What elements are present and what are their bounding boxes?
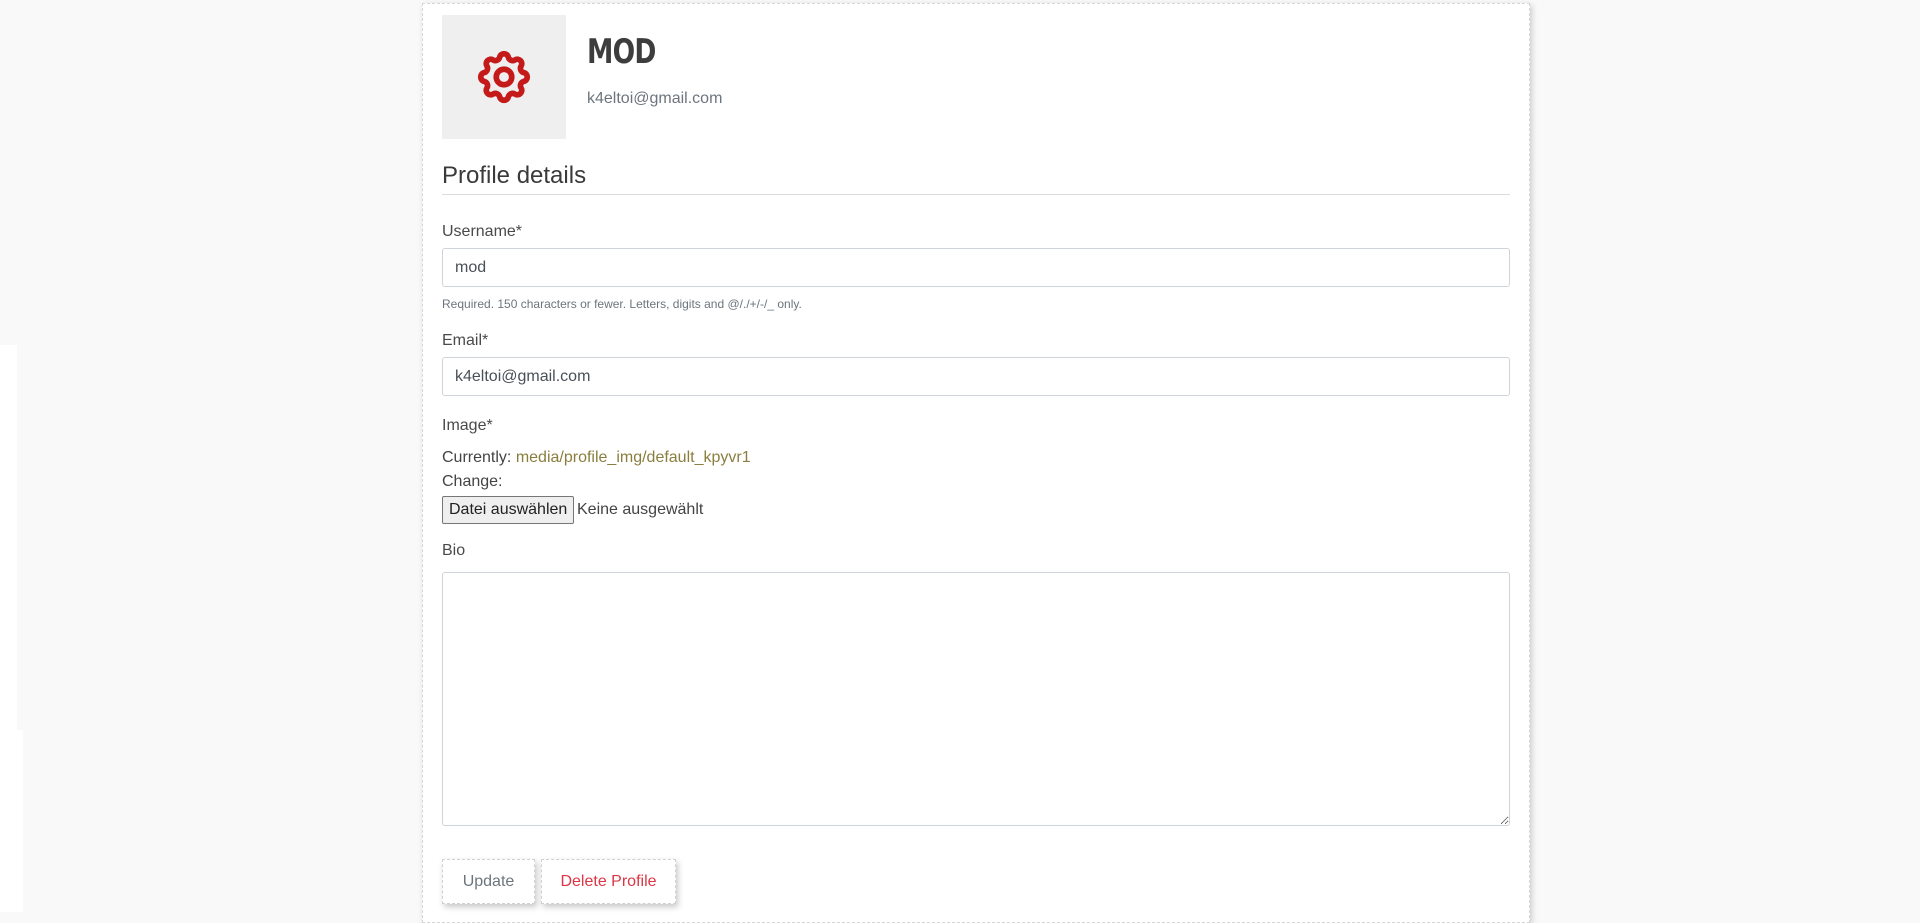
file-status-text: Keine ausgewählt — [577, 501, 704, 518]
section-title: Profile details — [442, 162, 587, 189]
currently-label: Currently: — [442, 449, 512, 466]
username-help-text: Required. 150 characters or fewer. Lette… — [442, 297, 802, 311]
avatar — [442, 15, 566, 139]
change-label: Change: — [442, 473, 503, 490]
image-label: Image* — [442, 417, 493, 434]
choose-file-button[interactable]: Datei auswählen — [442, 496, 575, 524]
email-input[interactable] — [442, 357, 1510, 396]
username-input[interactable] — [442, 248, 1510, 287]
profile-name: MOD — [587, 32, 656, 72]
section-divider — [442, 194, 1510, 195]
gear-icon — [477, 50, 531, 104]
profile-email: k4eltoi@gmail.com — [587, 90, 723, 107]
delete-profile-button[interactable]: Delete Profile — [541, 859, 676, 904]
username-label: Username* — [442, 223, 523, 240]
bio-textarea[interactable] — [442, 572, 1510, 826]
current-image-link[interactable]: media/profile_img/default_kpyvr1 — [516, 449, 751, 466]
email-label: Email* — [442, 332, 489, 349]
bio-label: Bio — [442, 542, 466, 559]
page-edge-strip — [0, 345, 17, 735]
update-button[interactable]: Update — [442, 859, 535, 904]
current-image-row: Currently: media/profile_img/default_kpy… — [442, 449, 751, 467]
page-edge-strip — [0, 730, 23, 912]
profile-card: MOD k4eltoi@gmail.com Profile details Us… — [422, 3, 1530, 923]
